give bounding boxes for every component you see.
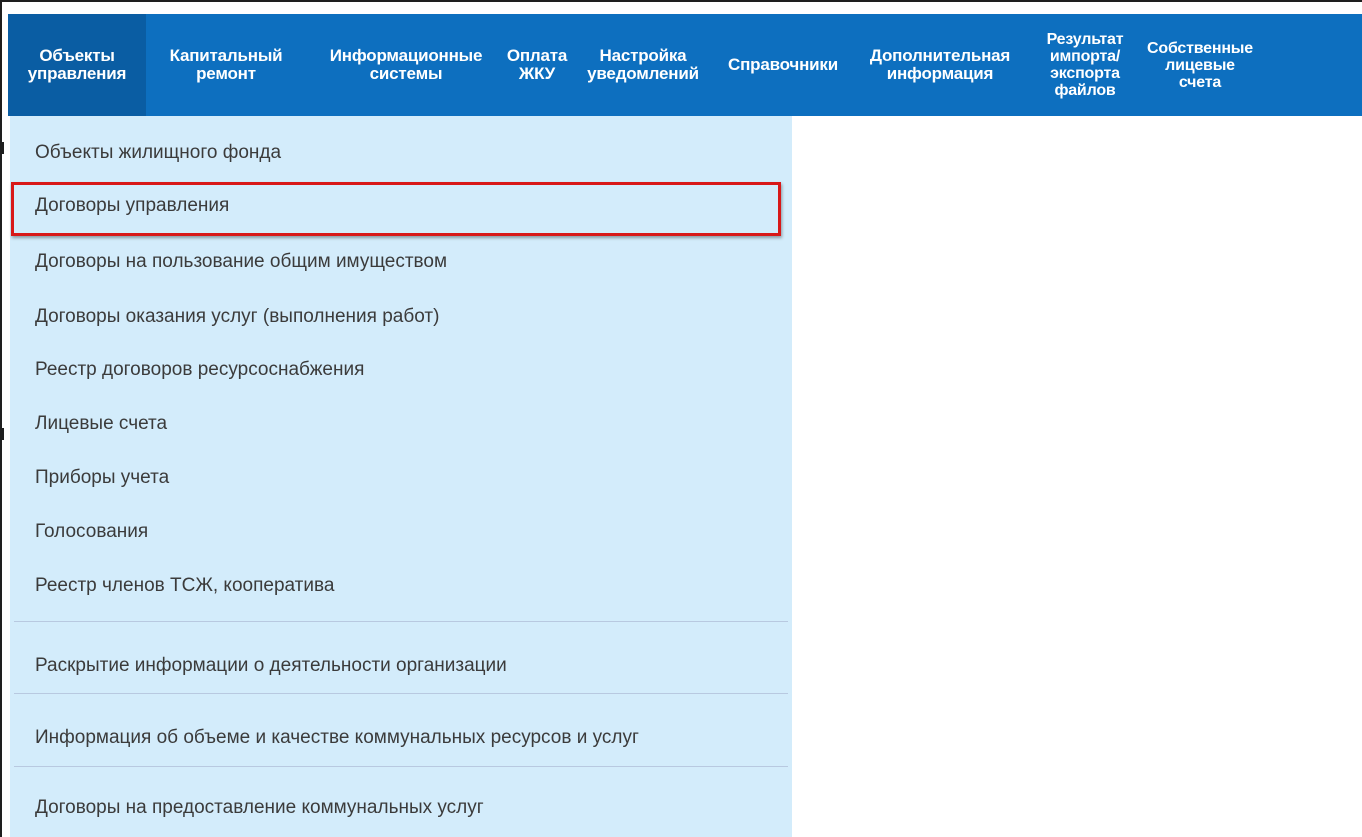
menu-item-housing-stock-objects[interactable]: Объекты жилищного фонда (10, 128, 788, 178)
menu-item-activity-disclosure[interactable]: Раскрытие информации о деятельности орга… (10, 641, 788, 691)
menu-item-resource-supply-registry[interactable]: Реестр договоров ресурсоснабжения (10, 345, 788, 395)
nav-item-reference-books[interactable]: Справочники (718, 14, 848, 116)
menu-item-utility-service-contracts[interactable]: Договоры на предоставление коммунальных … (10, 783, 788, 833)
menu-item-metering-devices[interactable]: Приборы учета (10, 453, 788, 503)
nav-item-notification-settings[interactable]: Настройка уведомлений (568, 14, 718, 116)
nav-item-own-personal-accounts[interactable]: Собственные лицевые счета (1138, 14, 1262, 116)
menu-separator (14, 621, 788, 622)
nav-item-capital-repair[interactable]: Капитальный ремонт (146, 14, 306, 116)
edge-remnant (2, 142, 4, 154)
menu-item-personal-accounts[interactable]: Лицевые счета (10, 399, 788, 449)
menu-item-management-contracts[interactable]: Договоры управления (10, 181, 788, 231)
menu-item-service-contracts[interactable]: Договоры оказания услуг (выполнения рабо… (10, 292, 788, 342)
menu-separator (14, 693, 788, 694)
nav-item-import-export-results[interactable]: Результат импорта/ экспорта файлов (1032, 14, 1138, 116)
nav-item-additional-information[interactable]: Дополнительная информация (848, 14, 1032, 116)
menu-item-voting[interactable]: Голосования (10, 507, 788, 557)
nav-item-utility-payment[interactable]: Оплата ЖКУ (506, 14, 568, 116)
menu-item-common-property-contracts[interactable]: Договоры на пользование общим имуществом (10, 237, 788, 287)
menu-separator (14, 766, 788, 767)
menu-item-hoa-members-registry[interactable]: Реестр членов ТСЖ, кооператива (10, 561, 788, 611)
nav-item-information-systems[interactable]: Информационные системы (306, 14, 506, 116)
management-objects-dropdown-menu: Объекты жилищного фонда Договоры управле… (10, 116, 792, 837)
edge-remnant (2, 428, 4, 440)
top-navigation-bar: Объекты управления Капитальный ремонт Ин… (8, 14, 1362, 116)
nav-item-management-objects[interactable]: Объекты управления (8, 14, 146, 116)
menu-item-utility-resources-quality[interactable]: Информация об объеме и качестве коммунал… (10, 713, 788, 763)
